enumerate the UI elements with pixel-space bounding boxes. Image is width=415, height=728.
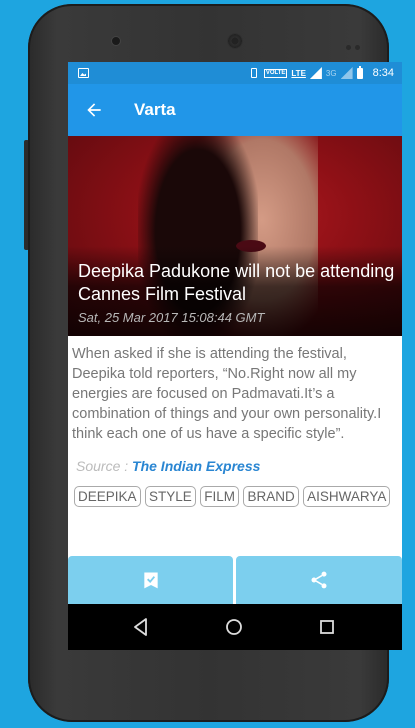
network-3g-label: 3G [325, 68, 337, 78]
bookmark-button[interactable] [68, 556, 233, 604]
nav-back-icon[interactable] [130, 616, 152, 638]
volte-badge: VOLTE [263, 68, 288, 78]
phone-frame: VOLTE LTE 3G 8:34 Varta Deepika Padukone [28, 4, 402, 722]
status-bar: VOLTE LTE 3G 8:34 [68, 62, 402, 84]
share-button[interactable] [236, 556, 402, 604]
article-content: Deepika Padukone will not be attending C… [68, 136, 402, 604]
share-icon [311, 571, 327, 589]
nav-recent-apps-icon[interactable] [316, 616, 338, 638]
tag-brand[interactable]: BRAND [243, 486, 299, 507]
article-hero-image: Deepika Padukone will not be attending C… [68, 136, 402, 336]
battery-icon [356, 65, 363, 79]
app-bar: Varta [68, 84, 402, 136]
tag-list: DEEPIKA STYLE FILM BRAND AISHWARYA [74, 486, 394, 511]
system-nav-bar [68, 604, 402, 650]
tag-style[interactable]: STYLE [144, 486, 196, 507]
article-source: Source : The Indian Express [76, 458, 260, 474]
tag-deepika[interactable]: DEEPIKA [74, 486, 141, 507]
screen: VOLTE LTE 3G 8:34 Varta Deepika Padukone [68, 62, 402, 650]
lte-label: LTE [291, 68, 306, 78]
source-label: Source : [76, 458, 129, 474]
article-headline: Deepika Padukone will not be attending C… [78, 261, 395, 304]
tag-film[interactable]: FILM [200, 486, 239, 507]
status-time: 8:34 [372, 67, 394, 79]
signal-secondary-icon [340, 67, 353, 79]
tag-aishwarya[interactable]: AISHWARYA [303, 486, 391, 507]
source-link[interactable]: The Indian Express [132, 458, 260, 474]
image-notification-icon [78, 68, 89, 78]
vibrate-icon [248, 68, 260, 78]
nav-home-icon[interactable] [223, 616, 245, 638]
arrow-back-icon[interactable] [84, 100, 104, 120]
action-bar [68, 556, 402, 604]
front-camera [112, 37, 120, 45]
article-date: Sat, 25 Mar 2017 15:08:44 GMT [78, 310, 265, 325]
app-title: Varta [134, 100, 176, 119]
article-body: When asked if she is attending the festi… [72, 346, 382, 442]
proximity-sensors [346, 37, 366, 50]
bookmark-check-icon [143, 572, 158, 589]
signal-icon [309, 67, 322, 79]
earpiece-speaker [227, 33, 243, 49]
